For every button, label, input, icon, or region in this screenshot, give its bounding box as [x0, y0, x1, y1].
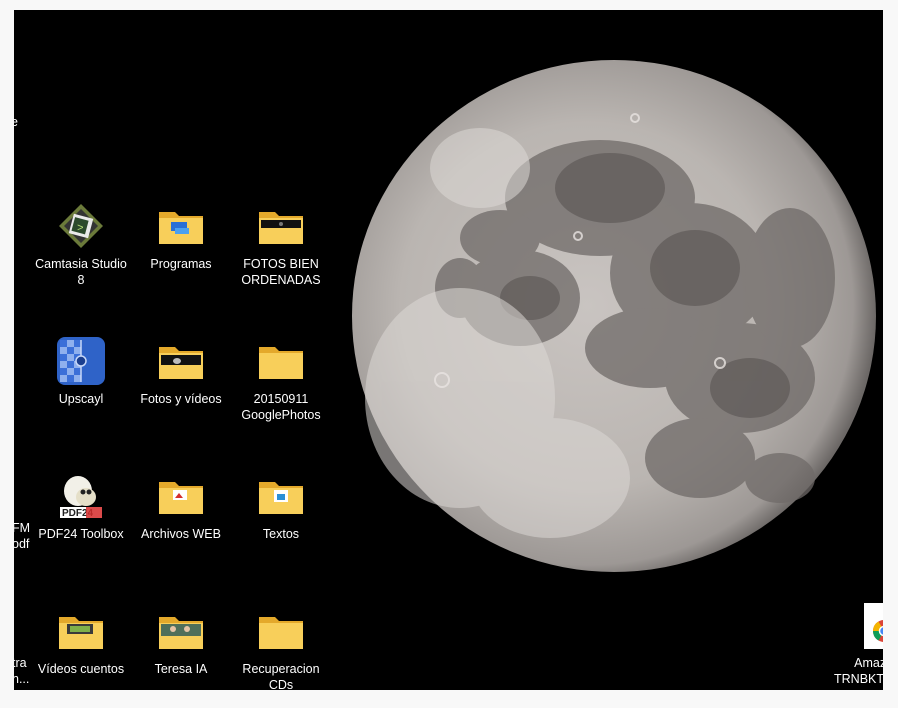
pdf24-icon: PDF24: [55, 470, 107, 522]
icon-label: Textos: [262, 527, 300, 541]
desktop-icon-camtasia[interactable]: > Camtasia Studio 8: [32, 200, 130, 310]
desktop-icon-videos-cuentos[interactable]: Vídeos cuentos: [32, 605, 130, 690]
icon-label: PDF24 Toolbox: [38, 527, 124, 541]
chrome-app-icon: [864, 603, 883, 649]
camtasia-icon: >: [55, 200, 107, 252]
desktop-icon-recuperacion[interactable]: Recuperacion CDs: [232, 605, 330, 690]
icon-label: Upscayl: [58, 392, 104, 406]
folder-icon: [155, 605, 207, 657]
desktop-icon-programas[interactable]: Programas: [132, 200, 230, 310]
icon-label: Programas: [150, 257, 212, 271]
folder-icon: [255, 470, 307, 522]
icon-label: 20150911 GooglePhotos: [241, 392, 321, 422]
folder-icon: [255, 605, 307, 657]
partial-label-right: AmazoTRNBKTH: [834, 656, 883, 686]
folder-icon: [55, 605, 107, 657]
partial-label-top: e: [14, 115, 18, 129]
desktop-icon-archivos-web[interactable]: Archivos WEB: [132, 470, 230, 580]
folder-icon: [155, 335, 207, 387]
icon-label: Camtasia Studio 8: [35, 257, 127, 287]
desktop-icon-googlephotos[interactable]: 20150911 GooglePhotos: [232, 335, 330, 445]
desktop-icon-textos[interactable]: Textos: [232, 470, 330, 580]
folder-icon: [255, 200, 307, 252]
desktop-icon-fotos-bien[interactable]: FOTOS BIEN ORDENADAS: [232, 200, 330, 310]
upscayl-icon: [55, 335, 107, 387]
desktop-icon-upscayl[interactable]: Upscayl: [32, 335, 130, 445]
icon-label: Vídeos cuentos: [37, 662, 125, 676]
desktop-icon-pdf24[interactable]: PDF24 PDF24 Toolbox: [32, 470, 130, 580]
folder-icon: [155, 200, 207, 252]
partial-label-bottom: tran...: [14, 656, 30, 686]
icon-label: Teresa IA: [154, 662, 208, 676]
desktop-icon-fotos-videos[interactable]: Fotos y vídeos: [132, 335, 230, 445]
moon-wallpaper: [352, 60, 876, 572]
icon-label: FOTOS BIEN ORDENADAS: [241, 257, 321, 287]
svg-text:>: >: [77, 223, 84, 235]
desktop[interactable]: > Camtasia Studio 8 Programas FOTOS BIEN…: [14, 10, 883, 690]
folder-icon: [155, 470, 207, 522]
icon-label: Fotos y vídeos: [140, 392, 222, 406]
icon-label: Archivos WEB: [141, 527, 221, 541]
partial-label-mid: FM odf: [14, 521, 31, 551]
desktop-icon-teresa-ia[interactable]: Teresa IA: [132, 605, 230, 690]
folder-icon: [255, 335, 307, 387]
icon-label: Recuperacion CDs: [242, 662, 320, 690]
